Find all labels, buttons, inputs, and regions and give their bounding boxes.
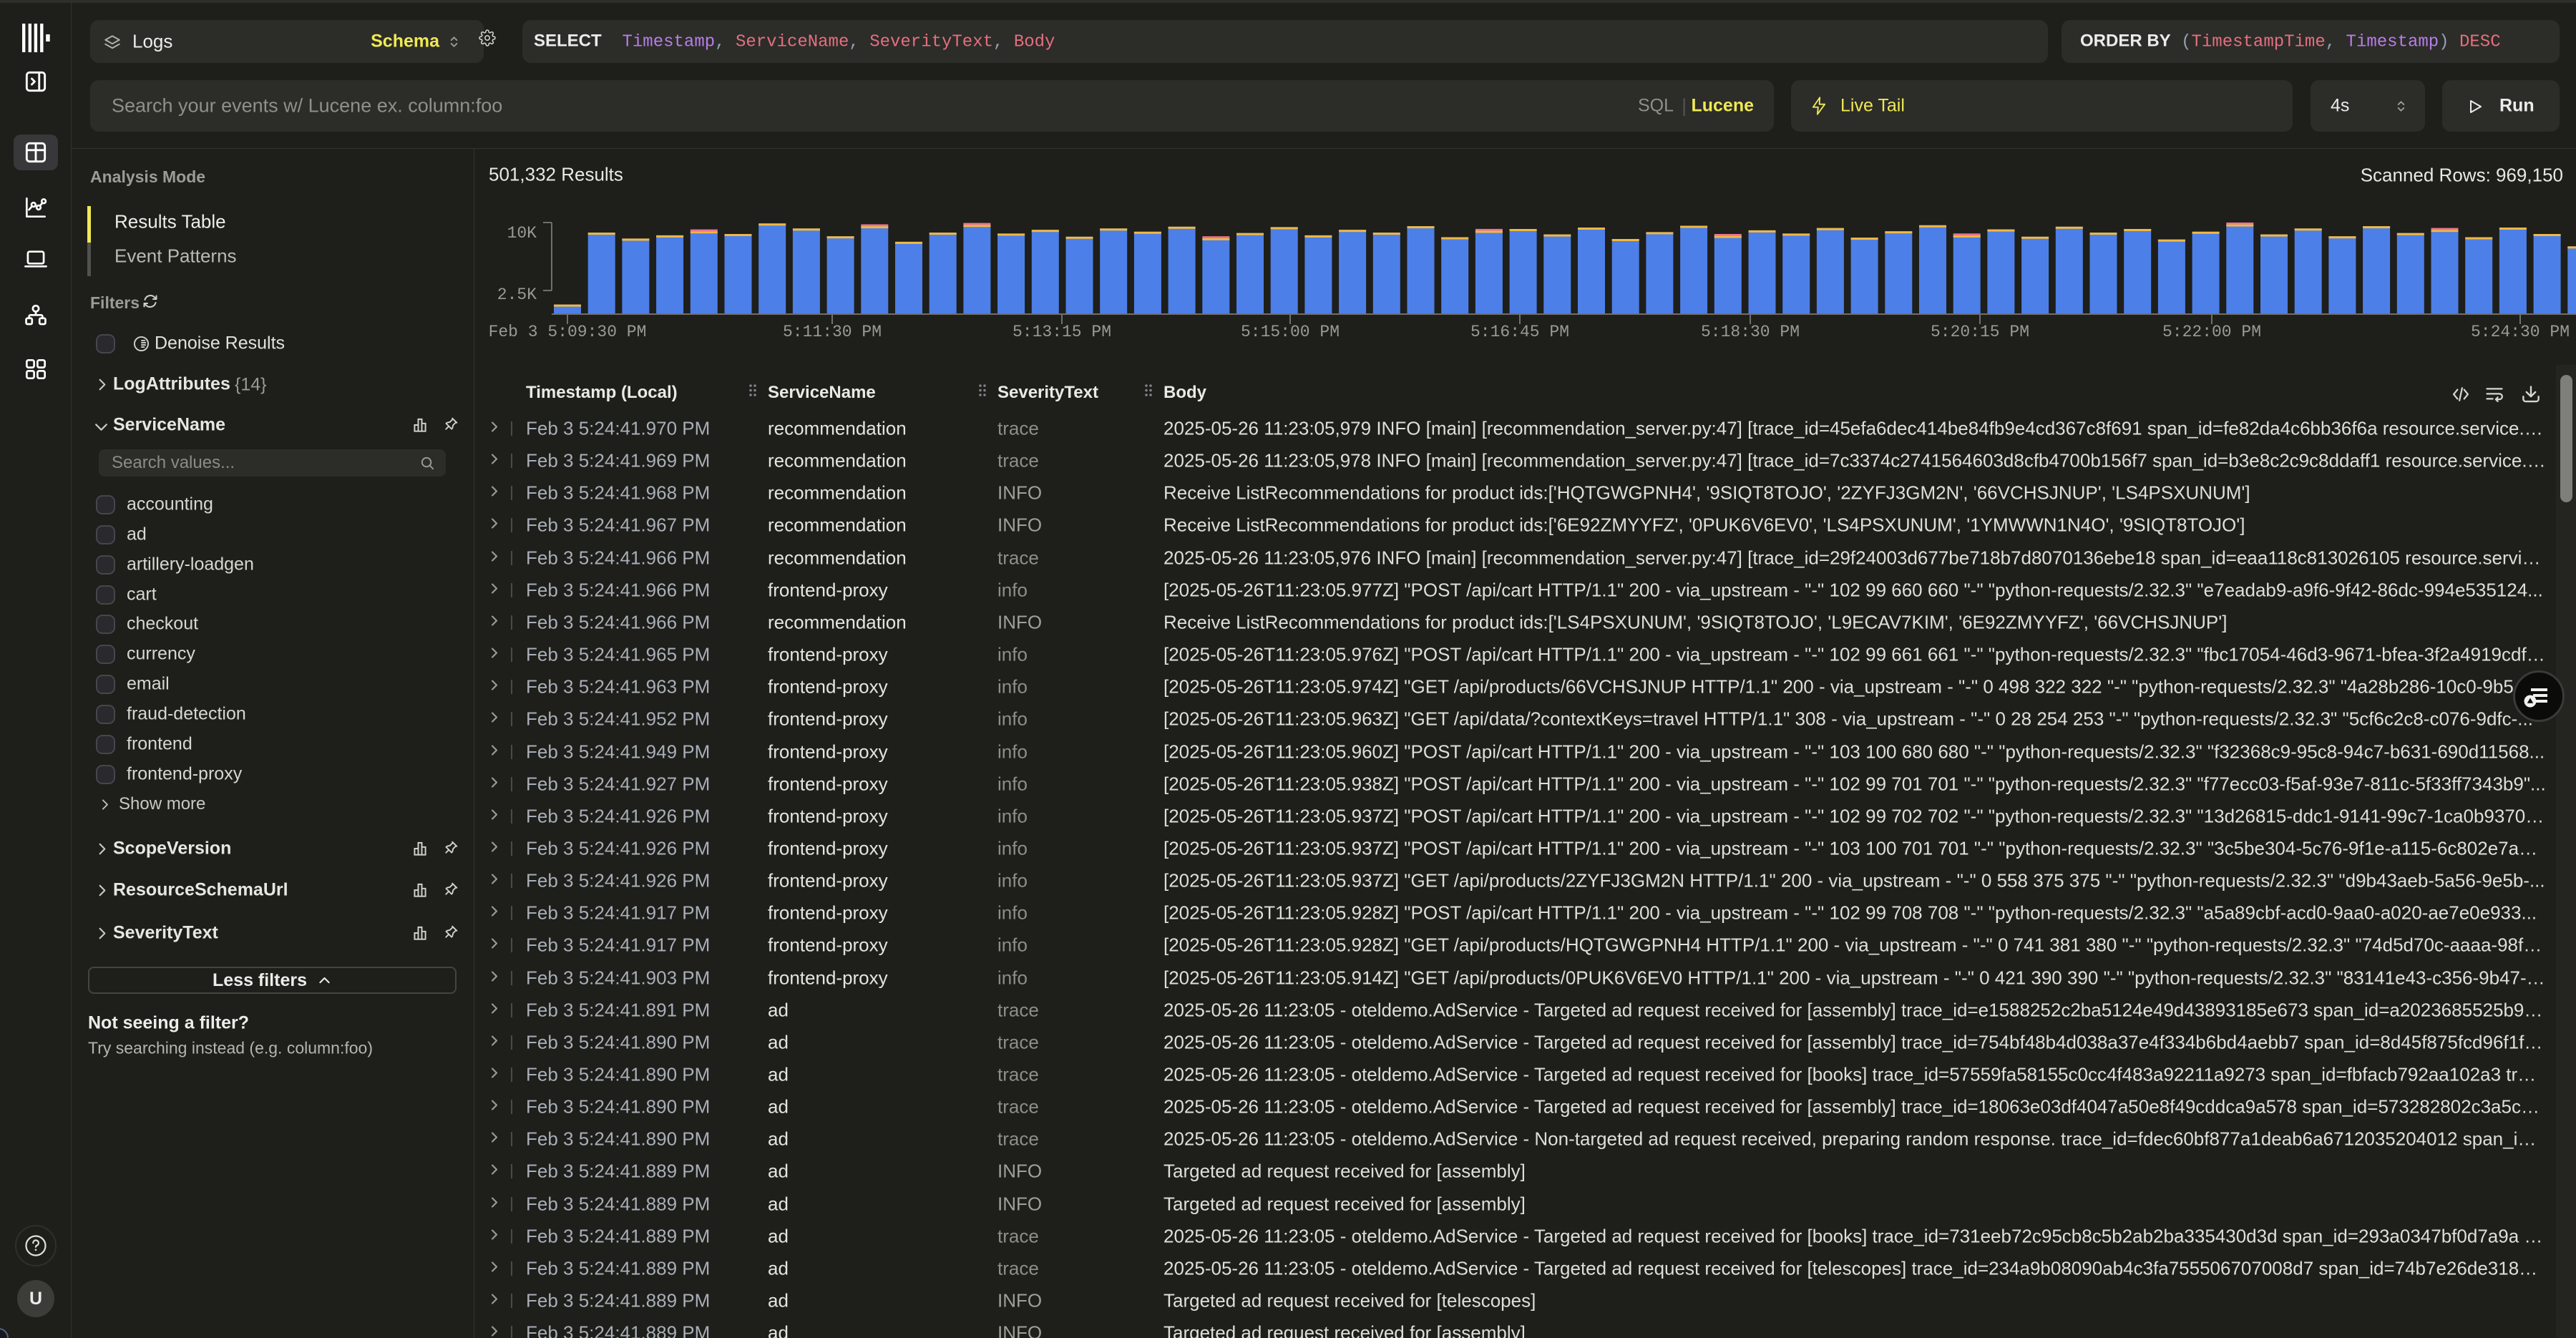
svg-text:5:13:15 PM: 5:13:15 PM [1013, 323, 1111, 341]
svg-text:5:11:30 PM: 5:11:30 PM [783, 323, 882, 341]
svg-text:5:22:00 PM: 5:22:00 PM [2162, 323, 2261, 341]
svg-text:5:18:30 PM: 5:18:30 PM [1701, 323, 1800, 341]
svg-text:5:16:45 PM: 5:16:45 PM [1470, 323, 1569, 341]
svg-text:5:20:15 PM: 5:20:15 PM [1931, 323, 2029, 341]
svg-text:Feb 3 5:09:30 PM: Feb 3 5:09:30 PM [489, 323, 647, 341]
svg-text:10K: 10K [507, 224, 537, 243]
svg-text:5:15:00 PM: 5:15:00 PM [1241, 323, 1340, 341]
svg-text:2.5K: 2.5K [497, 285, 537, 304]
svg-text:5:24:30 PM: 5:24:30 PM [2471, 323, 2570, 341]
